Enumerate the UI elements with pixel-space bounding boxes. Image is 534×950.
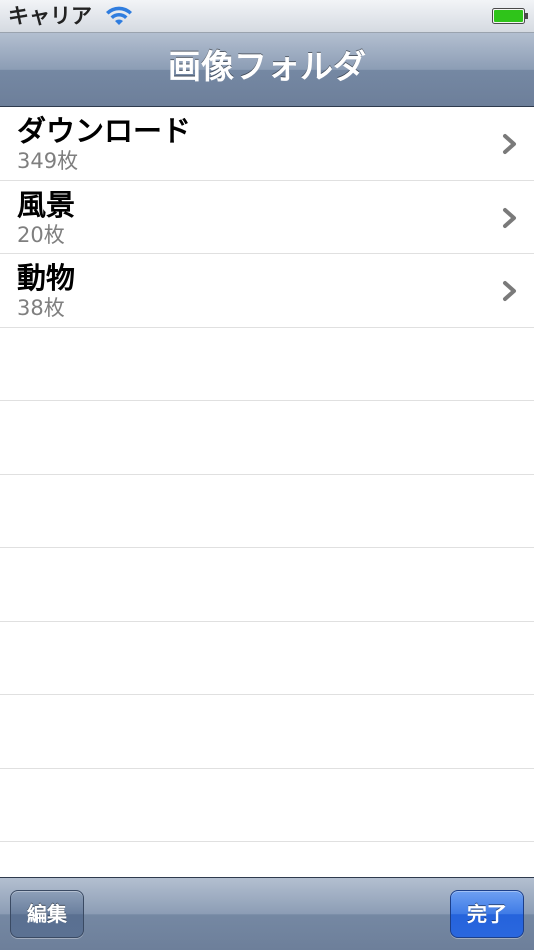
battery-full-icon <box>492 8 528 24</box>
folder-count: 20枚 <box>17 222 65 247</box>
page-title: 画像フォルダ <box>168 47 366 86</box>
empty-row <box>0 548 534 622</box>
list-item-folder[interactable]: 動物 38枚 <box>0 254 534 328</box>
empty-row <box>0 695 534 769</box>
empty-row <box>0 328 534 401</box>
folder-name: 動物 <box>17 261 76 295</box>
empty-row <box>0 769 534 842</box>
empty-row <box>0 842 534 877</box>
folder-count: 38枚 <box>17 296 65 320</box>
done-button[interactable]: 完了 <box>450 890 524 938</box>
wifi-icon <box>106 6 132 25</box>
list-item-folder[interactable]: ダウンロード 349枚 <box>0 107 534 181</box>
folder-count: 349枚 <box>17 149 79 173</box>
navigation-bar: 画像フォルダ <box>0 33 534 107</box>
chevron-right-icon <box>503 207 516 228</box>
chevron-right-icon <box>503 281 516 301</box>
bottom-toolbar: 編集 完了 <box>0 877 534 950</box>
list-item-folder[interactable]: 風景 20枚 <box>0 181 534 254</box>
folder-list: ダウンロード 349枚 風景 20枚 動物 38枚 <box>0 107 534 877</box>
edit-button[interactable]: 編集 <box>10 890 84 938</box>
carrier-label: キャリア <box>8 4 92 28</box>
status-bar: キャリア <box>0 0 534 33</box>
empty-row <box>0 401 534 475</box>
folder-name: ダウンロード <box>17 114 192 148</box>
chevron-right-icon <box>503 134 516 154</box>
empty-row <box>0 622 534 695</box>
empty-row <box>0 475 534 548</box>
screen: キャリア 画像フォルダ ダウンロード 349枚 風景 20枚 動物 38枚 編集… <box>0 0 534 950</box>
folder-name: 風景 <box>17 187 76 222</box>
